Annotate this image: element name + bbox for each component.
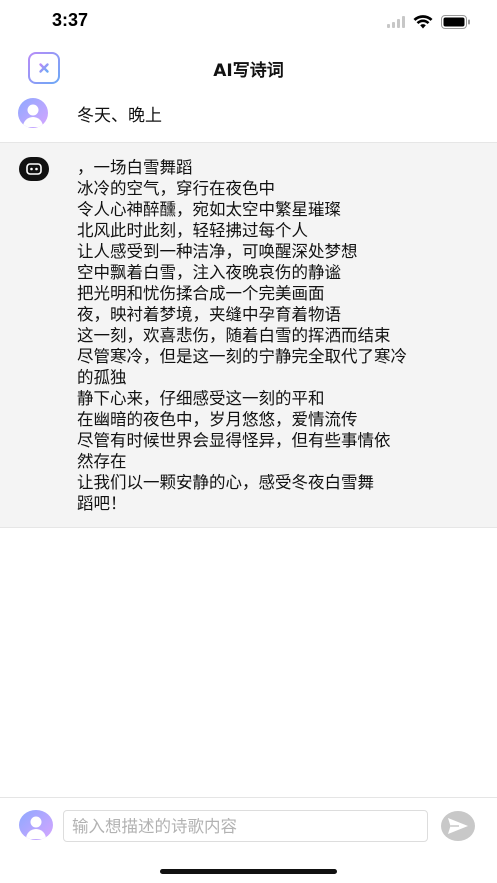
robot-icon	[26, 163, 42, 175]
poem-line: 这一刻，欢喜悲伤，随着白雪的挥洒而结束	[77, 326, 391, 345]
poem-line: 尽管寒冷，但是这一刻的宁静完全取代了寒冷	[77, 347, 407, 366]
poem-prompt-input[interactable]	[63, 810, 428, 842]
poem-line: 北风此时此刻，轻轻拂过每个人	[77, 221, 308, 240]
input-avatar	[19, 810, 53, 840]
status-time: 3:37	[52, 10, 89, 30]
poem-line: 空中飘着白雪，注入夜晚哀伤的静谧	[77, 263, 341, 282]
page-title: AI写诗词	[213, 61, 284, 81]
send-button[interactable]	[441, 811, 475, 841]
user-message: 冬天、晚上	[0, 90, 497, 140]
poem-line: 蹈吧！	[77, 494, 127, 513]
ai-message: ，一场白雪舞蹈 冰冷的空气，穿行在夜色中 令人心神醉醺，宛如太空中繁星璀璨 北风…	[0, 142, 497, 528]
poem-line: 的孤独	[77, 368, 127, 387]
poem-line: ，一场白雪舞蹈	[77, 158, 193, 177]
user-avatar	[18, 98, 48, 128]
status-bar: 3:37	[0, 0, 497, 44]
poem-line: 静下心来，仔细感受这一刻的平和	[77, 389, 325, 408]
poem-line: 让人感受到一种洁净，可唤醒深处梦想	[77, 242, 358, 261]
nav-bar: AI写诗词	[0, 46, 497, 90]
person-avatar-icon	[26, 816, 46, 839]
home-indicator	[160, 869, 337, 874]
poem-line: 尽管有时候世界会显得怪异，但有些事情依	[77, 431, 391, 450]
paper-plane-icon	[448, 818, 468, 834]
poem-line: 令人心神醉醺，宛如太空中繁星璀璨	[77, 200, 341, 219]
signal-icon	[387, 16, 405, 28]
ai-avatar	[19, 157, 49, 181]
wifi-icon	[413, 15, 433, 29]
status-icons	[387, 12, 471, 32]
poem-line: 冰冷的空气，穿行在夜色中	[77, 179, 275, 198]
poem-line: 然存在	[77, 452, 127, 471]
ai-poem: ，一场白雪舞蹈 冰冷的空气，穿行在夜色中 令人心神醉醺，宛如太空中繁星璀璨 北风…	[77, 157, 479, 514]
poem-line: 在幽暗的夜色中，岁月悠悠，爱情流传	[77, 410, 358, 429]
poem-line: 把光明和忧伤揉合成一个完美画面	[77, 284, 325, 303]
user-message-text: 冬天、晚上	[77, 106, 162, 126]
battery-icon	[441, 15, 470, 29]
poem-line: 让我们以一颗安静的心，感受冬夜白雪舞	[77, 473, 374, 492]
input-bar	[0, 797, 497, 857]
poem-line: 夜，映衬着梦境，夹缝中孕育着物语	[77, 305, 341, 324]
person-avatar-icon	[23, 104, 43, 127]
